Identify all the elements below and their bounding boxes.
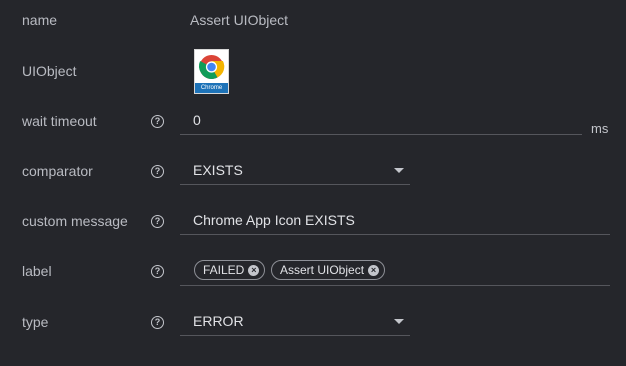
label-field-label: label <box>22 263 52 279</box>
comparator-select[interactable]: EXISTS <box>180 158 410 185</box>
comparator-help-icon[interactable]: ? <box>151 165 164 178</box>
comparator-label: comparator <box>22 163 93 179</box>
wait-timeout-input[interactable]: 0 <box>180 108 582 135</box>
label-help-icon[interactable]: ? <box>151 265 164 278</box>
type-label: type <box>22 314 49 330</box>
chevron-down-icon <box>394 319 404 324</box>
chrome-icon <box>198 55 225 80</box>
wait-timeout-help-icon[interactable]: ? <box>151 115 164 128</box>
custom-message-label: custom message <box>22 213 128 229</box>
name-value: Assert UIObject <box>190 12 289 28</box>
remove-chip-icon[interactable]: × <box>248 264 260 276</box>
chrome-caption: Chrome <box>195 83 228 93</box>
remove-chip-icon[interactable]: × <box>368 264 380 276</box>
uiobject-label: UIObject <box>22 63 77 79</box>
chevron-down-icon <box>394 168 404 173</box>
wait-timeout-label: wait timeout <box>22 113 97 129</box>
label-chip-text: FAILED <box>203 263 245 277</box>
label-chip: FAILED × <box>194 260 266 280</box>
label-chips-input[interactable]: FAILED × Assert UIObject × <box>180 259 610 286</box>
chrome-app-thumbnail[interactable]: Chrome <box>194 49 229 94</box>
custom-message-value: Chrome App Icon EXISTS <box>193 212 355 228</box>
comparator-value: EXISTS <box>193 162 243 178</box>
custom-message-help-icon[interactable]: ? <box>151 215 164 228</box>
type-select[interactable]: ERROR <box>180 309 410 336</box>
assert-uiobject-panel: name Assert UIObject UIObject Chrome wai… <box>0 0 626 366</box>
label-chip-text: Assert UIObject <box>280 263 365 277</box>
type-help-icon[interactable]: ? <box>151 316 164 329</box>
label-chip: Assert UIObject × <box>271 260 386 280</box>
wait-timeout-value: 0 <box>193 112 201 128</box>
wait-timeout-unit: ms <box>591 121 609 136</box>
type-value: ERROR <box>193 313 244 329</box>
name-label: name <box>22 12 58 28</box>
custom-message-input[interactable]: Chrome App Icon EXISTS <box>180 208 610 235</box>
